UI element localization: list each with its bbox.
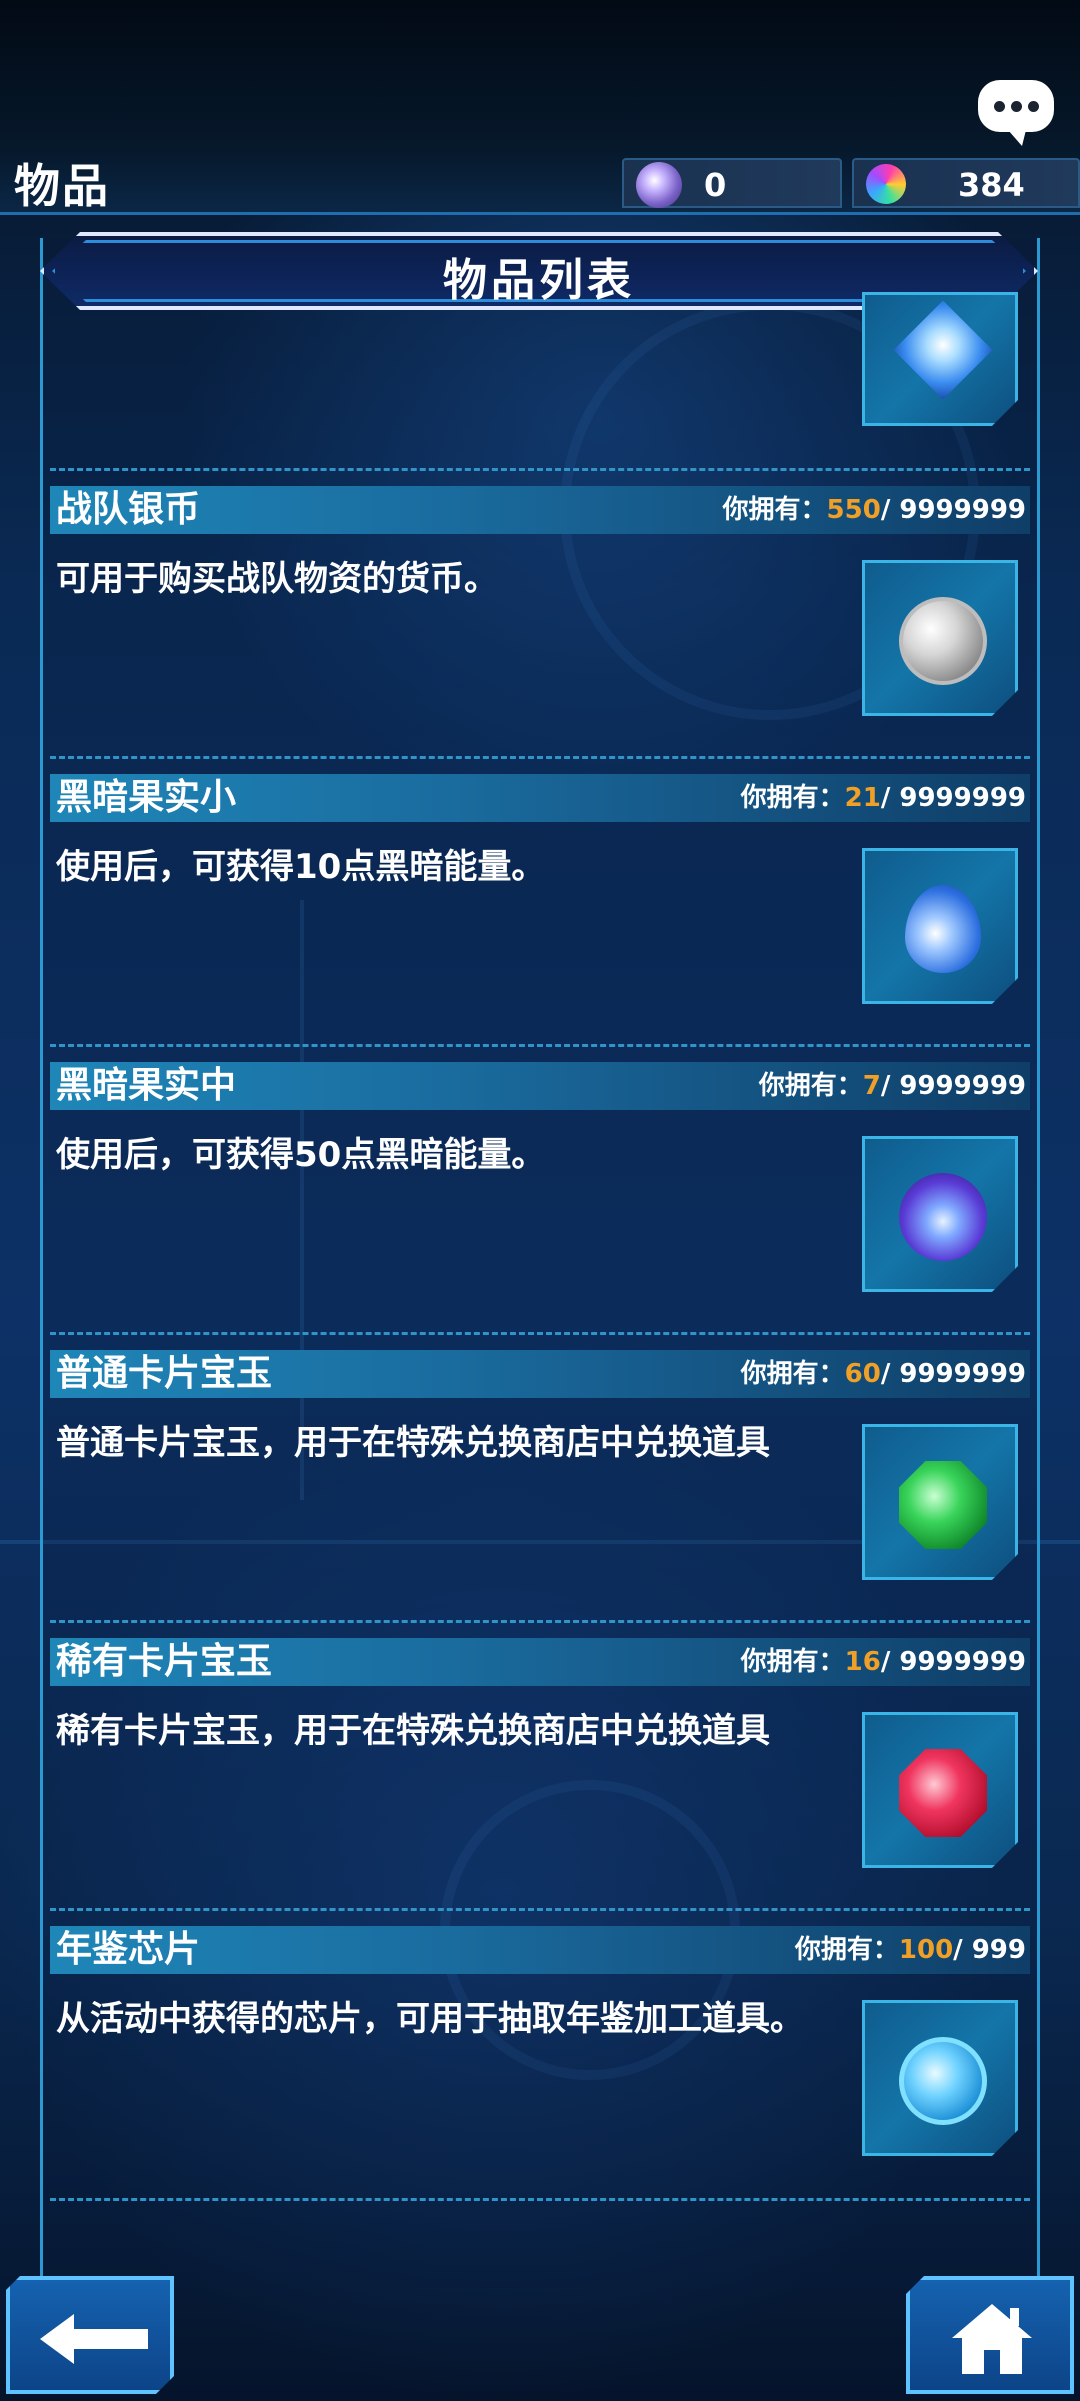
back-arrow-icon	[40, 2314, 148, 2364]
item-name: 年鉴芯片	[56, 1929, 201, 1970]
owned-max: / 9999999	[880, 1359, 1026, 1389]
item-icon-frame[interactable]	[862, 2000, 1018, 2156]
gem-icon	[860, 158, 912, 210]
orb-icon	[636, 162, 682, 208]
item-description: 使用后，可获得50点黑暗能量。	[56, 1135, 546, 1175]
item-icon-frame[interactable]	[862, 1712, 1018, 1868]
item-icon-frame[interactable]	[862, 1424, 1018, 1580]
item-owned-count: 你拥有：21/ 9999999	[741, 774, 1026, 822]
list-divider	[50, 2198, 1030, 2201]
owned-max: / 999	[953, 1935, 1026, 1965]
owned-max: / 9999999	[880, 495, 1026, 525]
chat-dot	[1028, 101, 1039, 112]
list-item[interactable]: 稀有卡片宝玉 你拥有：16/ 9999999 稀有卡片宝玉，用于在特殊兑换商店中…	[50, 1620, 1030, 1888]
list-item[interactable]: 黑暗果实小 你拥有：21/ 9999999 使用后，可获得10点黑暗能量。	[50, 756, 1030, 1024]
owned-label: 你拥有：	[722, 495, 827, 525]
home-icon	[952, 2304, 1032, 2374]
currency-gem[interactable]: 384	[852, 158, 1080, 210]
owned-value: 7	[862, 1071, 881, 1101]
crystal-icon	[893, 300, 993, 400]
item-icon-frame[interactable]	[862, 560, 1018, 716]
top-bar: 物品 0 384	[0, 0, 1080, 215]
owned-value: 16	[844, 1647, 881, 1677]
item-owned-count: 你拥有：16/ 9999999	[741, 1638, 1026, 1686]
item-owned-count: 你拥有：60/ 9999999	[741, 1350, 1026, 1398]
owned-max: / 9999999	[880, 1647, 1026, 1677]
owned-label: 你拥有：	[740, 1647, 845, 1677]
item-title-bar: 黑暗果实中 你拥有：7/ 9999999	[50, 1044, 1030, 1110]
item-description: 使用后，可获得10点黑暗能量。	[56, 847, 546, 887]
dark-fruit-small-icon	[905, 885, 981, 973]
item-owned-count: 你拥有：550/ 9999999	[723, 486, 1026, 534]
item-description: 可用于购买战队物资的货币。	[56, 559, 498, 599]
item-title-bar: 稀有卡片宝玉 你拥有：16/ 9999999	[50, 1620, 1030, 1686]
item-description: 普通卡片宝玉，用于在特殊兑换商店中兑换道具	[56, 1423, 770, 1463]
owned-label: 你拥有：	[794, 1935, 899, 1965]
item-description: 从活动中获得的芯片，可用于抽取年鉴加工道具。	[56, 1999, 804, 2039]
home-button[interactable]	[906, 2276, 1074, 2394]
previous-item-icon[interactable]	[862, 292, 1018, 426]
item-icon-frame[interactable]	[862, 1136, 1018, 1292]
silver-coin-icon	[899, 597, 987, 685]
item-name: 战队银币	[56, 489, 201, 530]
dark-fruit-medium-icon	[899, 1173, 987, 1261]
page-title: 物品	[14, 159, 110, 213]
emerald-gem-icon	[899, 1461, 987, 1549]
owned-max: / 9999999	[880, 783, 1026, 813]
list-item[interactable]: 年鉴芯片 你拥有：100/ 999 从活动中获得的芯片，可用于抽取年鉴加工道具。	[50, 1908, 1030, 2176]
owned-label: 你拥有：	[740, 1359, 845, 1389]
owned-value: 100	[898, 1935, 954, 1965]
owned-value: 60	[844, 1359, 881, 1389]
ruby-gem-icon	[899, 1749, 987, 1837]
item-name: 稀有卡片宝玉	[56, 1641, 273, 1682]
list-item[interactable]: 战队银币 你拥有：550/ 9999999 可用于购买战队物资的货币。	[50, 468, 1030, 736]
item-description: 稀有卡片宝玉，用于在特殊兑换商店中兑换道具	[56, 1711, 770, 1751]
item-name: 黑暗果实小	[56, 777, 237, 818]
owned-label: 你拥有：	[740, 783, 845, 813]
almanac-chip-icon	[899, 2037, 987, 2125]
owned-value: 550	[826, 495, 881, 525]
chat-icon[interactable]	[978, 80, 1054, 146]
chat-dot	[1011, 101, 1022, 112]
back-button[interactable]	[6, 2276, 174, 2394]
owned-max: / 9999999	[880, 1071, 1026, 1101]
item-name: 黑暗果实中	[56, 1065, 237, 1106]
list-item[interactable]: 黑暗果实中 你拥有：7/ 9999999 使用后，可获得50点黑暗能量。	[50, 1044, 1030, 1312]
currency-orb-value: 0	[704, 166, 727, 204]
currency-gem-value: 384	[958, 166, 1025, 204]
item-title-bar: 年鉴芯片 你拥有：100/ 999	[50, 1908, 1030, 1974]
item-name: 普通卡片宝玉	[56, 1353, 273, 1394]
owned-label: 你拥有：	[758, 1071, 863, 1101]
item-owned-count: 你拥有：7/ 9999999	[759, 1062, 1026, 1110]
currency-orb[interactable]: 0	[622, 158, 842, 208]
item-title-bar: 战队银币 你拥有：550/ 9999999	[50, 468, 1030, 534]
owned-value: 21	[844, 783, 881, 813]
item-owned-count: 你拥有：100/ 999	[795, 1926, 1026, 1974]
item-icon-frame[interactable]	[862, 848, 1018, 1004]
list-item[interactable]: 普通卡片宝玉 你拥有：60/ 9999999 普通卡片宝玉，用于在特殊兑换商店中…	[50, 1332, 1030, 1600]
item-title-bar: 普通卡片宝玉 你拥有：60/ 9999999	[50, 1332, 1030, 1398]
item-title-bar: 黑暗果实小 你拥有：21/ 9999999	[50, 756, 1030, 822]
chat-dot	[994, 101, 1005, 112]
